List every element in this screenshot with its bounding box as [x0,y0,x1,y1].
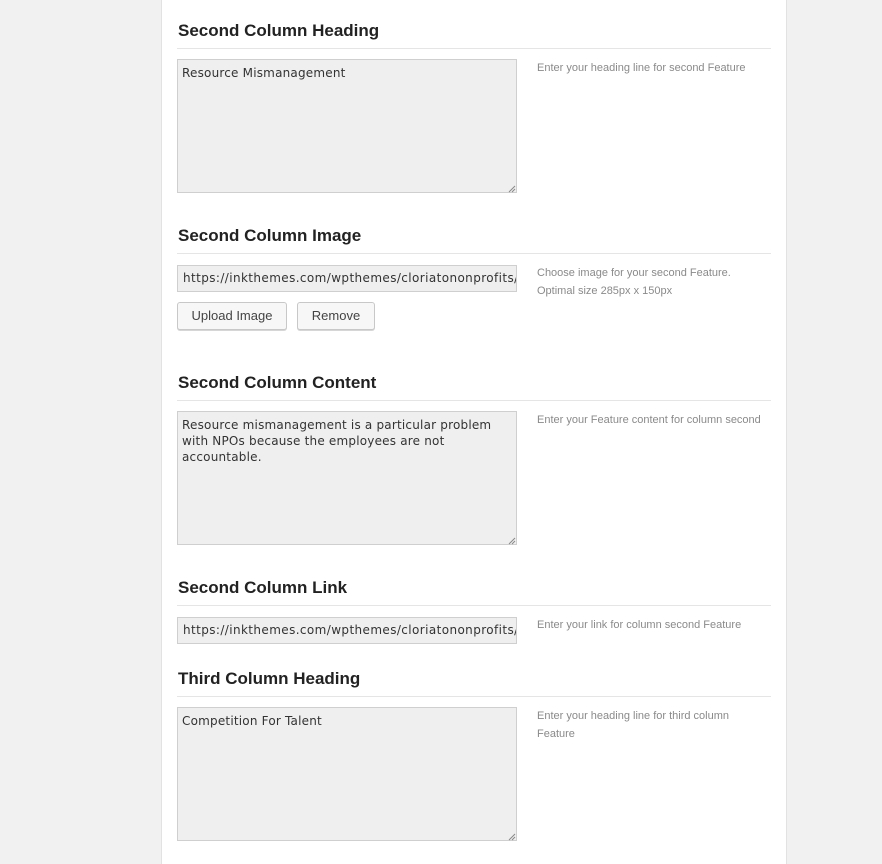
second-column-link-input[interactable]: https://inkthemes.com/wpthemes/cloriaton… [177,617,517,644]
help-text: Choose image for your second Feature. Op… [537,267,731,297]
resize-grip-icon[interactable] [508,537,516,545]
divider [177,400,771,401]
resize-grip-icon[interactable] [508,185,516,193]
options-panel: Second Column Heading Resource Mismanage… [161,0,787,864]
help-text: Enter your Feature content for column se… [537,414,761,426]
third-column-heading-textarea[interactable]: Competition For Talent [177,707,517,841]
remove-image-button[interactable]: Remove [297,302,375,330]
divider [177,48,771,49]
section-heading: Second Column Content [178,373,377,392]
second-column-image-url-input[interactable]: https://inkthemes.com/wpthemes/cloriaton… [177,265,517,292]
help-text: Enter your heading line for second Featu… [537,62,746,74]
section-heading: Third Column Heading [178,669,361,688]
section-heading: Second Column Heading [178,21,380,40]
second-column-heading-textarea[interactable]: Resource Mismanagement [177,59,517,193]
divider [177,696,771,697]
divider [177,605,771,606]
upload-image-button[interactable]: Upload Image [177,302,287,330]
help-text: Enter your link for column second Featur… [537,619,742,631]
divider [177,253,771,254]
section-heading: Second Column Image [178,226,362,245]
resize-grip-icon[interactable] [508,833,516,841]
help-text: Enter your heading line for third column… [537,710,729,740]
second-column-content-textarea[interactable]: Resource mismanagement is a particular p… [177,411,517,545]
section-heading: Second Column Link [178,578,348,597]
